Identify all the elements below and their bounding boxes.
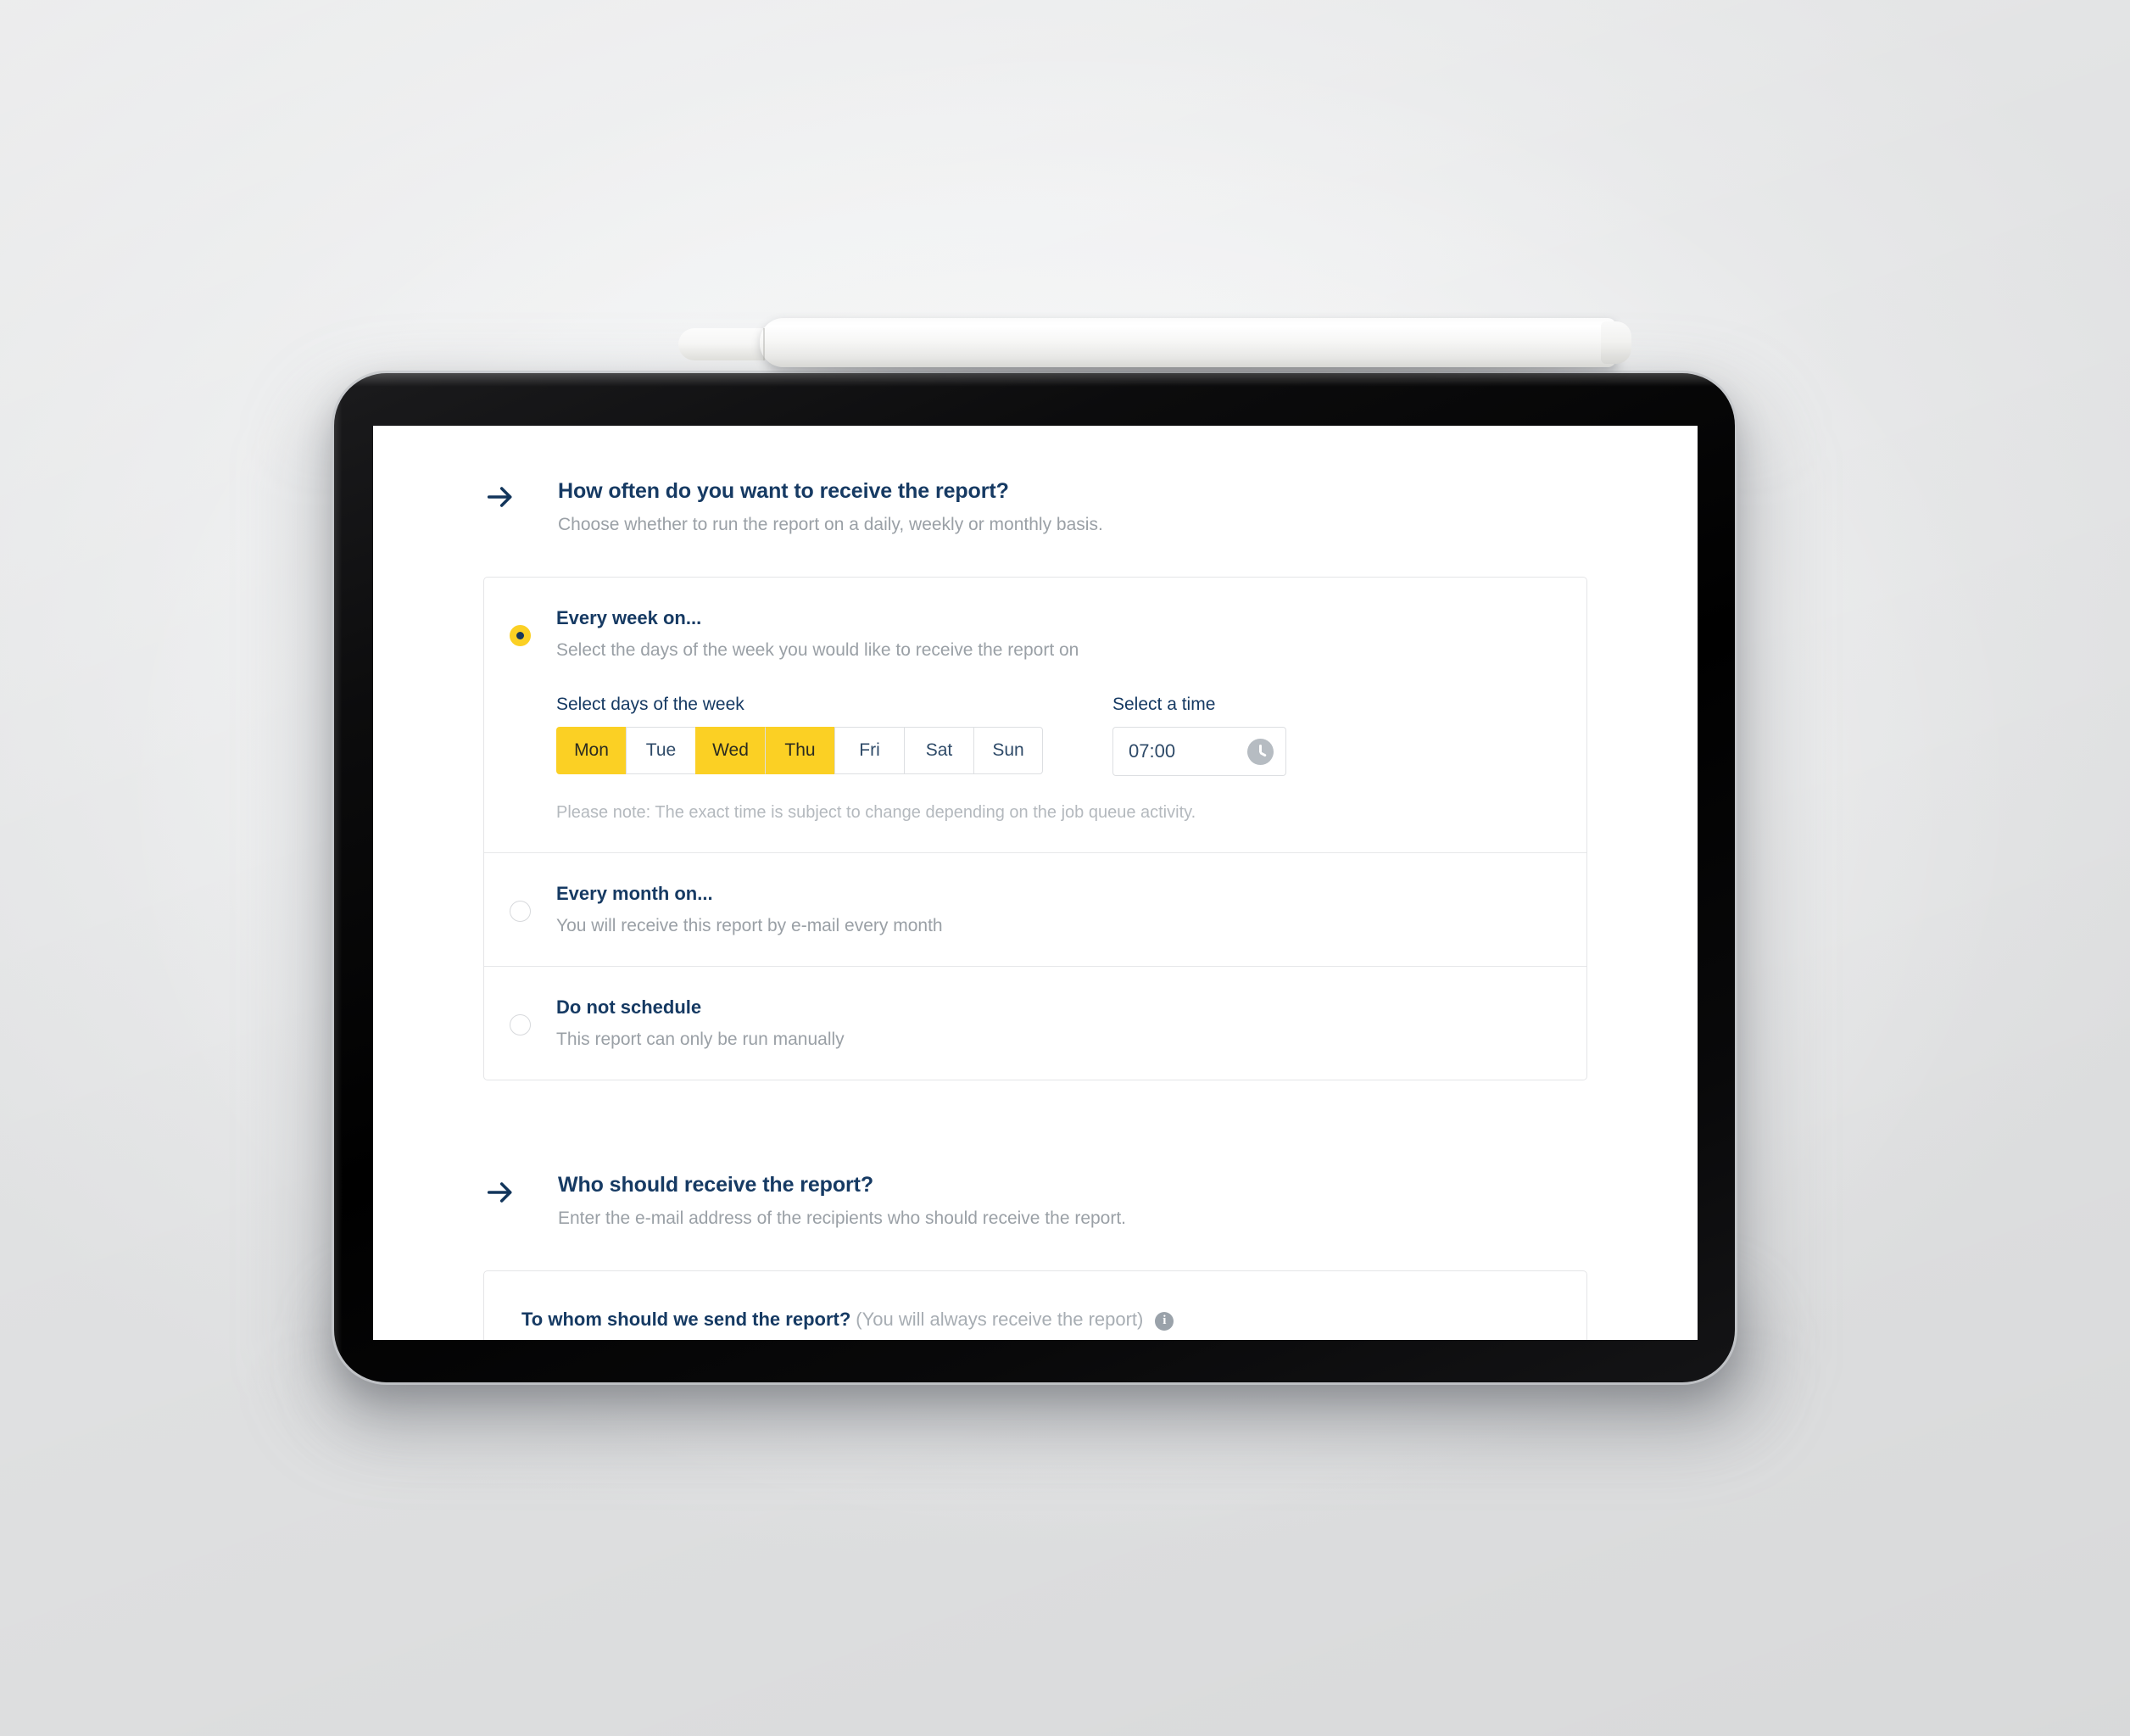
radio-col-every-month (484, 882, 556, 937)
day-button-sat[interactable]: Sat (904, 727, 973, 775)
option-every-month-body: Every month on... You will receive this … (556, 882, 1586, 937)
option-every-month-title: Every month on... (556, 883, 713, 905)
days-field-label: Select days of the week (556, 695, 744, 715)
day-toggle-group[interactable]: Mon Tue Wed Thu Fri Sat Sun (556, 727, 1043, 775)
time-input[interactable]: 07:00 (1112, 727, 1286, 777)
recipients-question: To whom should we send the report? (521, 1309, 851, 1331)
frequency-options-card: Every week on... Select the days of the … (483, 577, 1587, 1080)
time-field-label: Select a time (1112, 695, 1216, 715)
section-recipients-subtitle: Enter the e-mail address of the recipien… (558, 1208, 1127, 1228)
recipients-hint: (You will always receive the report) (856, 1309, 1144, 1331)
arrow-right-icon (483, 1175, 517, 1209)
stylus-end-cap (1601, 321, 1631, 364)
section-recipients-header: Who should receive the report? Enter the… (483, 1172, 1587, 1230)
option-every-week-description: Select the days of the week you would li… (556, 639, 1079, 660)
stylus-pen (678, 318, 1631, 374)
weekly-settings-row: Select days of the week Mon Tue Wed Thu … (556, 694, 1553, 777)
section-frequency-subtitle: Choose whether to run the report on a da… (558, 515, 1103, 534)
radio-col-every-week (484, 606, 556, 823)
day-button-sun[interactable]: Sun (973, 727, 1043, 775)
option-every-month-description: You will receive this report by e-mail e… (556, 915, 943, 935)
section-frequency: How often do you want to receive the rep… (373, 426, 1698, 1080)
stylus-tip (678, 328, 767, 360)
option-do-not-schedule-body: Do not schedule This report can only be … (556, 996, 1586, 1051)
stylus-seam (763, 328, 765, 360)
option-do-not-schedule-description: This report can only be run manually (556, 1029, 845, 1049)
section-recipients: Who should receive the report? Enter the… (373, 1080, 1698, 1340)
time-field: Select a time 07:00 (1112, 694, 1286, 777)
section-frequency-header: How often do you want to receive the rep… (483, 478, 1587, 536)
option-do-not-schedule[interactable]: Do not schedule This report can only be … (484, 966, 1586, 1080)
day-button-wed[interactable]: Wed (695, 727, 765, 775)
option-every-month[interactable]: Every month on... You will receive this … (484, 852, 1586, 966)
tablet-screen: How often do you want to receive the rep… (373, 426, 1698, 1340)
radio-every-week[interactable] (510, 625, 531, 647)
page-title: How often do you want to receive the rep… (558, 479, 1009, 503)
option-every-week-title: Every week on... (556, 607, 702, 629)
arrow-right-icon (483, 480, 517, 514)
option-every-week-body: Every week on... Select the days of the … (556, 606, 1586, 823)
recipients-card: To whom should we send the report? (You w… (483, 1270, 1587, 1340)
info-icon[interactable]: i (1155, 1311, 1174, 1331)
days-field: Select days of the week Mon Tue Wed Thu … (556, 694, 1043, 775)
radio-do-not-schedule[interactable] (510, 1014, 531, 1036)
day-button-mon[interactable]: Mon (556, 727, 626, 775)
clock-icon[interactable] (1247, 738, 1274, 765)
time-input-value: 07:00 (1129, 740, 1176, 762)
option-every-week[interactable]: Every week on... Select the days of the … (484, 578, 1586, 852)
schedule-note: Please note: The exact time is subject t… (556, 803, 1196, 823)
section-recipients-title: Who should receive the report? (558, 1172, 874, 1197)
radio-col-do-not-schedule (484, 996, 556, 1051)
report-schedule-form: How often do you want to receive the rep… (373, 426, 1698, 1340)
stylus-body (760, 318, 1616, 367)
day-button-thu[interactable]: Thu (765, 727, 834, 775)
radio-every-month[interactable] (510, 901, 531, 923)
option-do-not-schedule-title: Do not schedule (556, 996, 702, 1019)
day-button-fri[interactable]: Fri (834, 727, 904, 775)
day-button-tue[interactable]: Tue (626, 727, 695, 775)
recipients-card-inner: To whom should we send the report? (You w… (484, 1271, 1586, 1331)
